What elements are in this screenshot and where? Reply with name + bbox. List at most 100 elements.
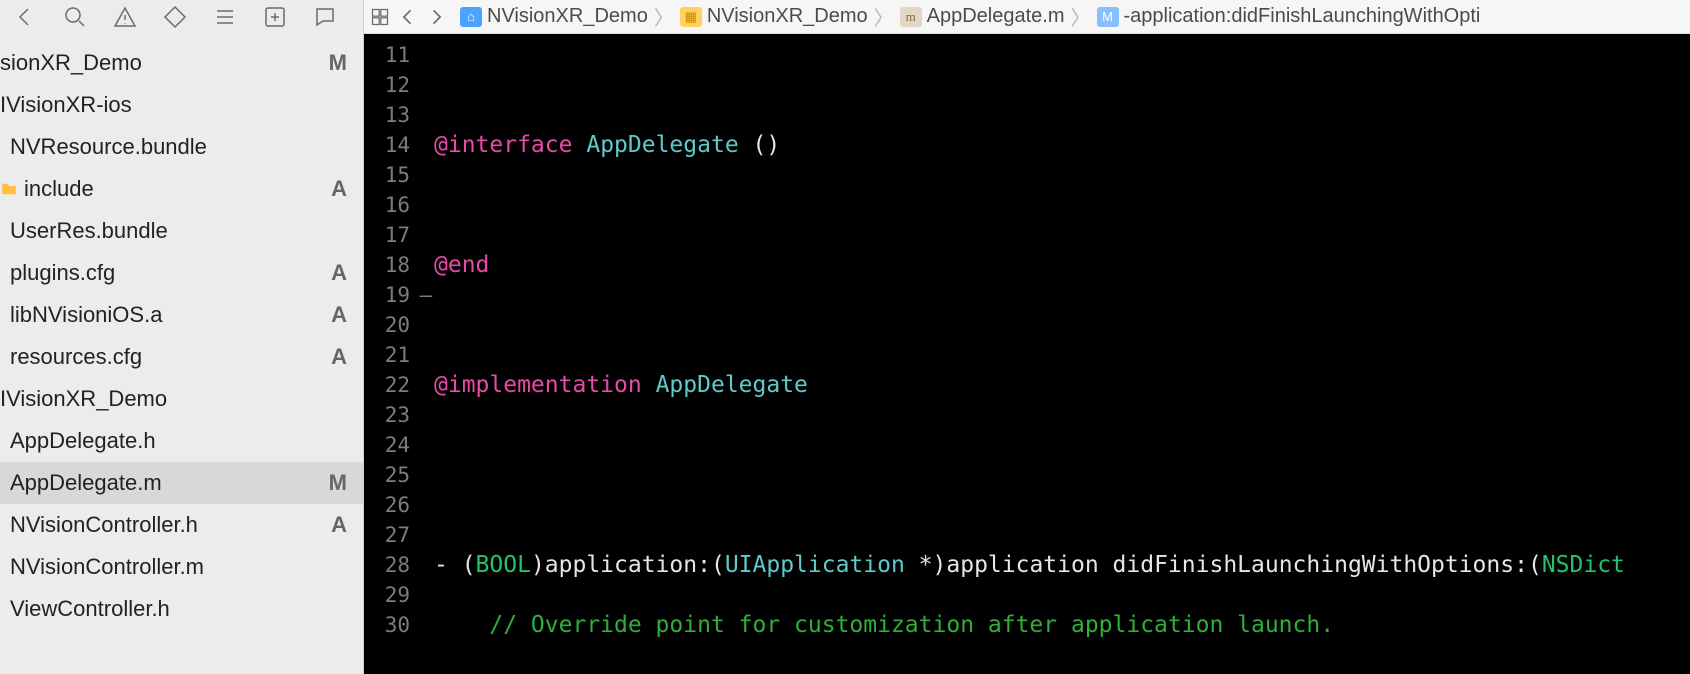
line-number: 17 (364, 220, 410, 250)
line-number: 13 (364, 100, 410, 130)
fold-cell (418, 40, 434, 70)
fold-cell (418, 250, 434, 280)
folder-icon: ▦ (680, 7, 702, 27)
jump-bar: ⌂ NVisionXR_Demo 〉 ▦ NVisionXR_Demo 〉 m … (364, 0, 1690, 34)
folder-icon (0, 180, 18, 198)
line-number: 22 (364, 370, 410, 400)
line-number: 20 (364, 310, 410, 340)
app-icon: ⌂ (460, 7, 482, 27)
line-number: 28 (364, 550, 410, 580)
file-name: include (24, 176, 94, 202)
breadcrumb-label: AppDelegate.m (927, 5, 1065, 28)
line-number: 15 (364, 160, 410, 190)
breadcrumb-file[interactable]: m AppDelegate.m (900, 5, 1065, 28)
line-number: 12 (364, 70, 410, 100)
fold-cell (418, 370, 434, 400)
fold-cell (418, 70, 434, 100)
fold-cell (418, 220, 434, 250)
code-editor[interactable]: 1112131415161718192021222324252627282930… (364, 34, 1690, 674)
file-name: AppDelegate.m (10, 470, 162, 496)
line-number: 23 (364, 400, 410, 430)
file-row[interactable]: ViewController.h (0, 588, 363, 630)
warning-icon[interactable] (110, 5, 140, 29)
file-row[interactable]: sionXR_Demo M (0, 42, 363, 84)
forward-icon[interactable] (426, 7, 446, 27)
breadcrumb-label: -application:didFinishLaunchingWithOpti (1124, 5, 1481, 28)
fold-ribbon[interactable]: – (418, 34, 434, 674)
file-row[interactable]: IVisionXR-ios (0, 84, 363, 126)
breadcrumb-label: NVisionXR_Demo (487, 5, 648, 28)
method-icon: M (1097, 7, 1119, 27)
line-number: 26 (364, 490, 410, 520)
breadcrumb-symbol[interactable]: M -application:didFinishLaunchingWithOpt… (1097, 5, 1481, 28)
file-row[interactable]: NVisionController.h A (0, 504, 363, 546)
line-number: 14 (364, 130, 410, 160)
breadcrumb-project[interactable]: ⌂ NVisionXR_Demo (460, 5, 648, 28)
chevron-right-icon: 〉 (654, 2, 674, 31)
chevron-right-icon: 〉 (1071, 2, 1091, 31)
chevron-right-icon: 〉 (874, 2, 894, 31)
code-area[interactable]: @interface AppDelegate () @end @implemen… (434, 34, 1690, 674)
file-name: IVisionXR-ios (0, 92, 132, 118)
line-number: 29 (364, 580, 410, 610)
scm-status-badge: M (329, 470, 347, 496)
file-row[interactable]: IVisionXR_Demo (0, 378, 363, 420)
fold-cell (418, 100, 434, 130)
file-row[interactable]: plugins.cfg A (0, 252, 363, 294)
file-name: NVResource.bundle (10, 134, 207, 160)
plus-box-icon[interactable] (260, 5, 290, 29)
file-row[interactable]: UserRes.bundle (0, 210, 363, 252)
line-number: 16 (364, 190, 410, 220)
line-number: 30 (364, 610, 410, 640)
fold-cell (418, 310, 434, 340)
scm-status-badge: A (331, 302, 347, 328)
file-name: resources.cfg (10, 344, 142, 370)
fold-cell (418, 190, 434, 220)
file-name: UserRes.bundle (10, 218, 168, 244)
file-row[interactable]: NVisionController.m (0, 546, 363, 588)
file-row[interactable]: NVResource.bundle (0, 126, 363, 168)
arrow-left-icon[interactable] (10, 5, 40, 29)
line-gutter: 1112131415161718192021222324252627282930 (364, 34, 418, 674)
line-number: 25 (364, 460, 410, 490)
scm-status-badge: M (329, 50, 347, 76)
file-row[interactable]: AppDelegate.m M (0, 462, 363, 504)
tag-icon[interactable] (160, 5, 190, 29)
breadcrumb-label: NVisionXR_Demo (707, 5, 868, 28)
file-name: IVisionXR_Demo (0, 386, 167, 412)
line-number: 19 (364, 280, 410, 310)
line-number: 24 (364, 430, 410, 460)
scm-status-badge: A (331, 512, 347, 538)
file-name: libNVisioniOS.a (10, 302, 162, 328)
file-name: ViewController.h (10, 596, 170, 622)
fold-cell (418, 460, 434, 490)
comment-icon[interactable] (310, 5, 340, 29)
file-name: plugins.cfg (10, 260, 115, 286)
file-row[interactable]: resources.cfg A (0, 336, 363, 378)
fold-cell[interactable]: – (418, 280, 434, 310)
fold-cell (418, 400, 434, 430)
file-name: NVisionController.h (10, 512, 198, 538)
list-icon[interactable] (210, 5, 240, 29)
fold-cell (418, 550, 434, 580)
related-items-icon[interactable] (370, 7, 390, 27)
line-number: 27 (364, 520, 410, 550)
file-row[interactable]: libNVisioniOS.a A (0, 294, 363, 336)
scm-status-badge: A (331, 260, 347, 286)
breadcrumb-folder[interactable]: ▦ NVisionXR_Demo (680, 5, 868, 28)
line-number: 21 (364, 340, 410, 370)
fold-cell (418, 160, 434, 190)
file-row[interactable]: AppDelegate.h (0, 420, 363, 462)
search-icon[interactable] (60, 5, 90, 29)
fold-cell (418, 130, 434, 160)
file-row[interactable]: includeA (0, 168, 363, 210)
fold-cell (418, 340, 434, 370)
fold-cell (418, 520, 434, 550)
scm-status-badge: A (331, 344, 347, 370)
fold-cell (418, 430, 434, 460)
project-navigator[interactable]: sionXR_Demo M IVisionXR-ios NVResource.bund… (0, 0, 364, 674)
file-name: sionXR_Demo (0, 50, 142, 76)
objc-impl-icon: m (900, 7, 922, 27)
back-icon[interactable] (398, 7, 418, 27)
file-name: NVisionController.m (10, 554, 204, 580)
